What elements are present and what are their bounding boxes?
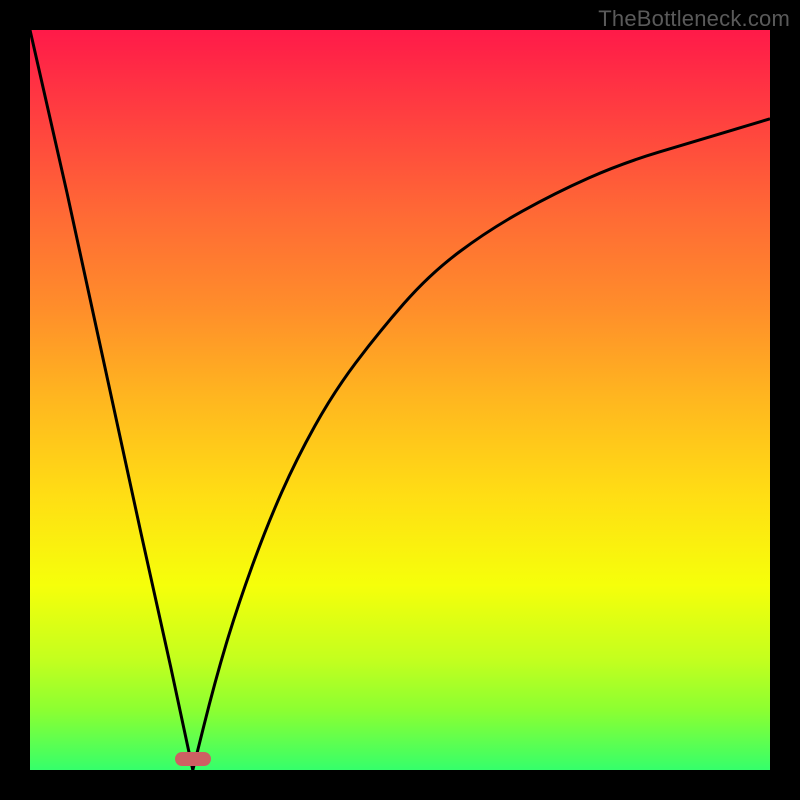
- watermark-text: TheBottleneck.com: [598, 6, 790, 32]
- chart-frame: TheBottleneck.com: [0, 0, 800, 800]
- bottleneck-curve: [30, 30, 770, 770]
- plot-area: [30, 30, 770, 770]
- optimal-marker: [175, 752, 211, 766]
- curve-path: [30, 30, 770, 770]
